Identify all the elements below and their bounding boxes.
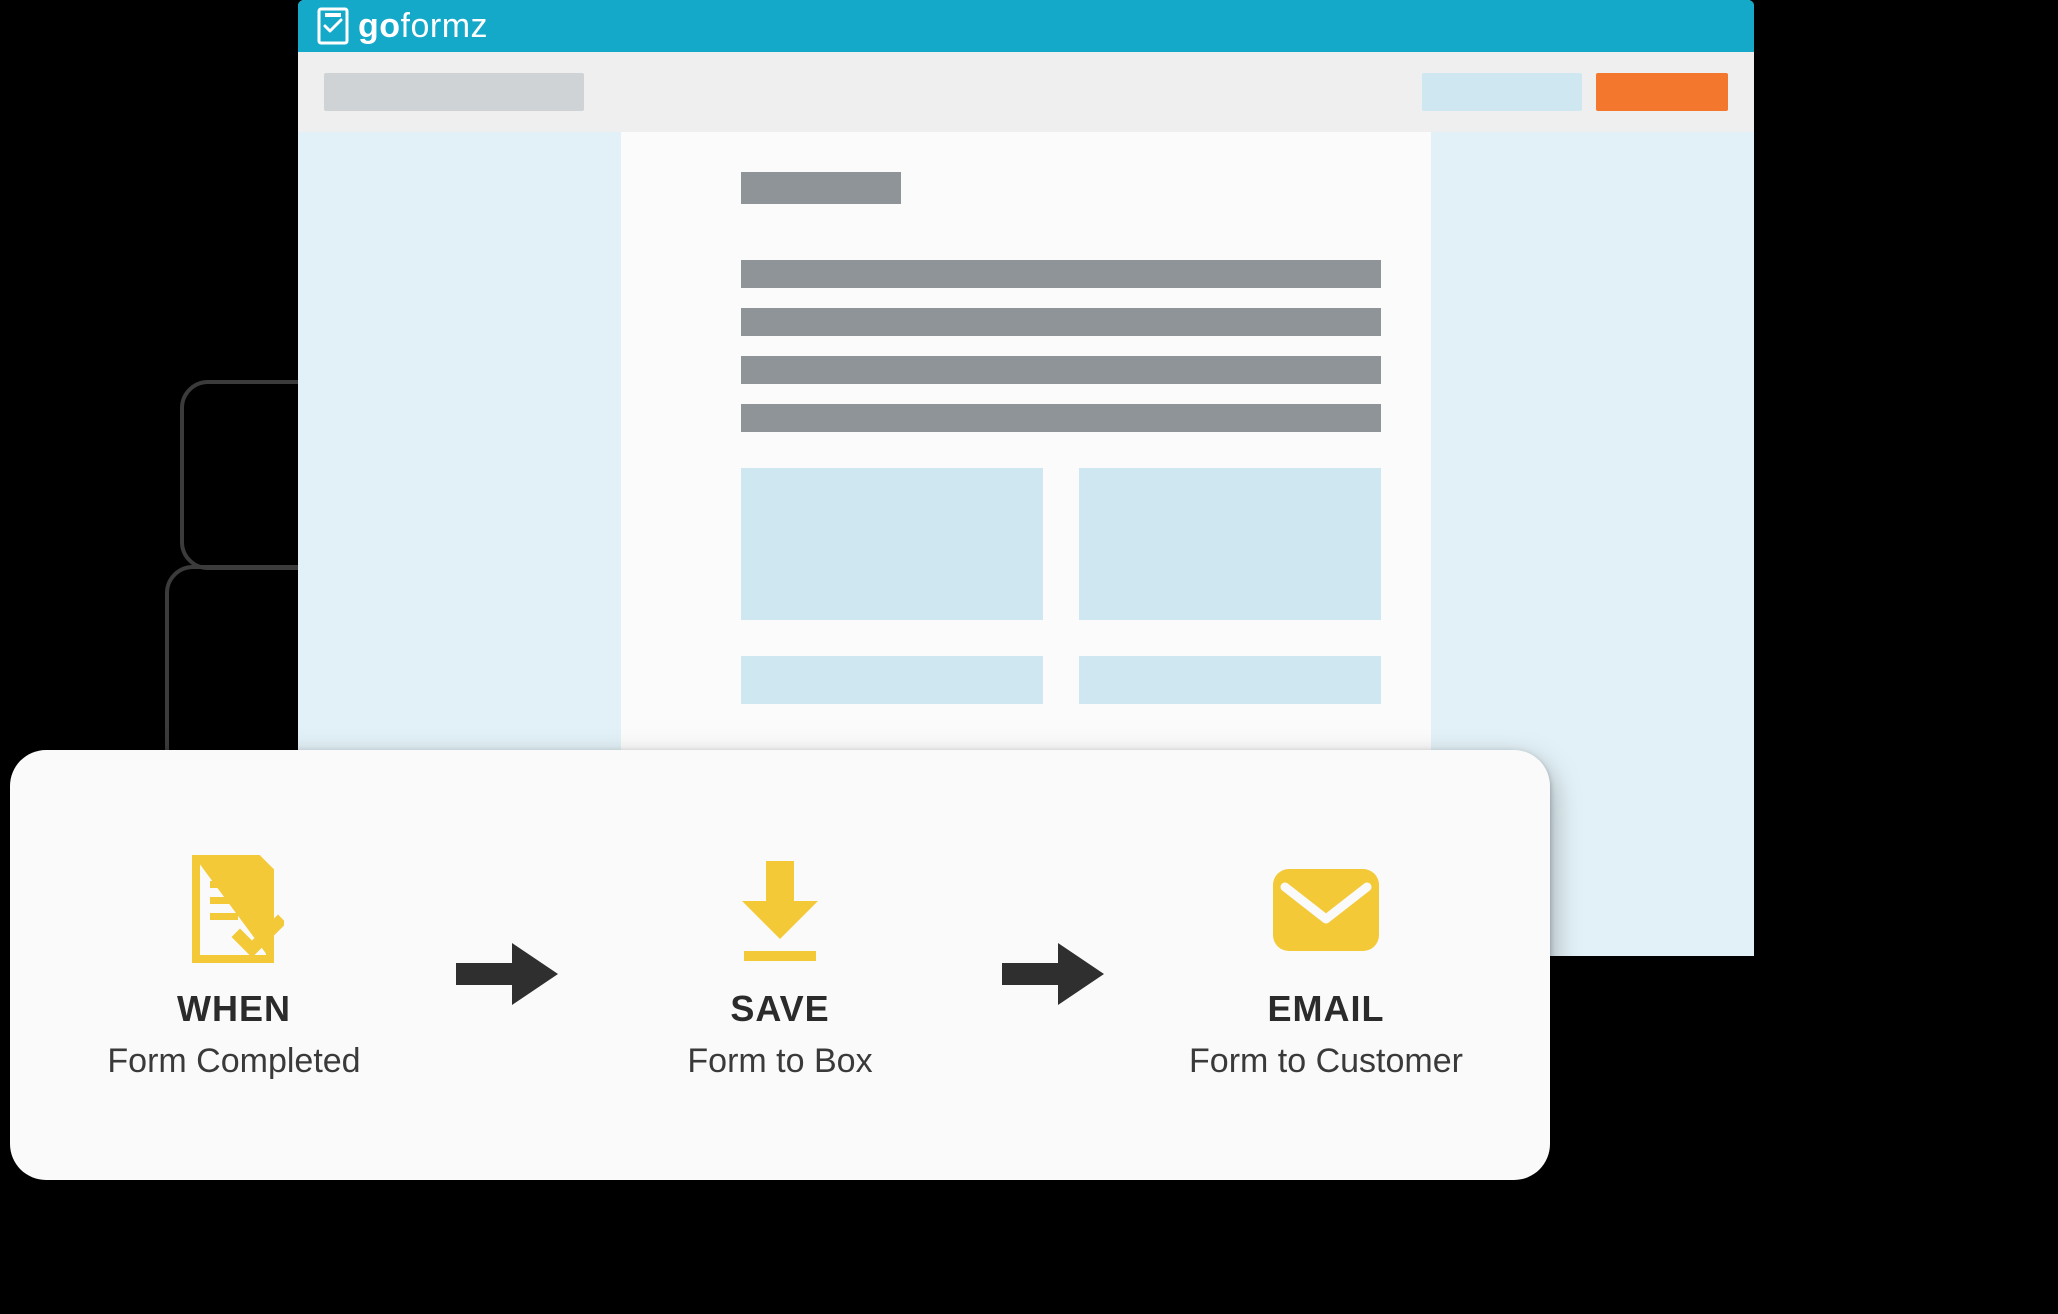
- form-check-icon: [184, 850, 284, 970]
- download-icon: [730, 850, 830, 970]
- doc-tile-placeholder: [741, 468, 1043, 620]
- step-subtitle: Form to Customer: [1189, 1042, 1463, 1081]
- toolbar-primary-button[interactable]: [1596, 73, 1728, 111]
- step-title: EMAIL: [1268, 988, 1385, 1030]
- doc-heading-placeholder: [741, 172, 901, 204]
- form-icon: [316, 6, 350, 46]
- step-title: WHEN: [177, 988, 291, 1030]
- workflow-step-when: WHEN Form Completed: [84, 850, 384, 1081]
- toolbar: [298, 52, 1754, 132]
- workflow-step-email: EMAIL Form to Customer: [1176, 850, 1476, 1081]
- doc-line-placeholder: [741, 404, 1381, 432]
- brand-text: goformz: [358, 7, 488, 46]
- title-bar: goformz: [298, 0, 1754, 52]
- step-subtitle: Form Completed: [107, 1042, 360, 1081]
- arrow-right-icon: [452, 939, 562, 1009]
- brand-logo: goformz: [316, 6, 488, 46]
- doc-tile-placeholder: [1079, 468, 1381, 620]
- toolbar-secondary-button[interactable]: [1422, 73, 1582, 111]
- doc-line-placeholder: [741, 260, 1381, 288]
- mail-icon: [1271, 850, 1381, 970]
- doc-tile-placeholder: [741, 656, 1043, 704]
- doc-tile-placeholder: [1079, 656, 1381, 704]
- step-title: SAVE: [730, 988, 829, 1030]
- workflow-card: WHEN Form Completed SAVE Form to Box EMA…: [10, 750, 1550, 1180]
- workflow-step-save: SAVE Form to Box: [630, 850, 930, 1081]
- step-subtitle: Form to Box: [687, 1042, 872, 1081]
- arrow-right-icon: [998, 939, 1108, 1009]
- toolbar-title-placeholder: [324, 73, 584, 111]
- doc-line-placeholder: [741, 356, 1381, 384]
- doc-line-placeholder: [741, 308, 1381, 336]
